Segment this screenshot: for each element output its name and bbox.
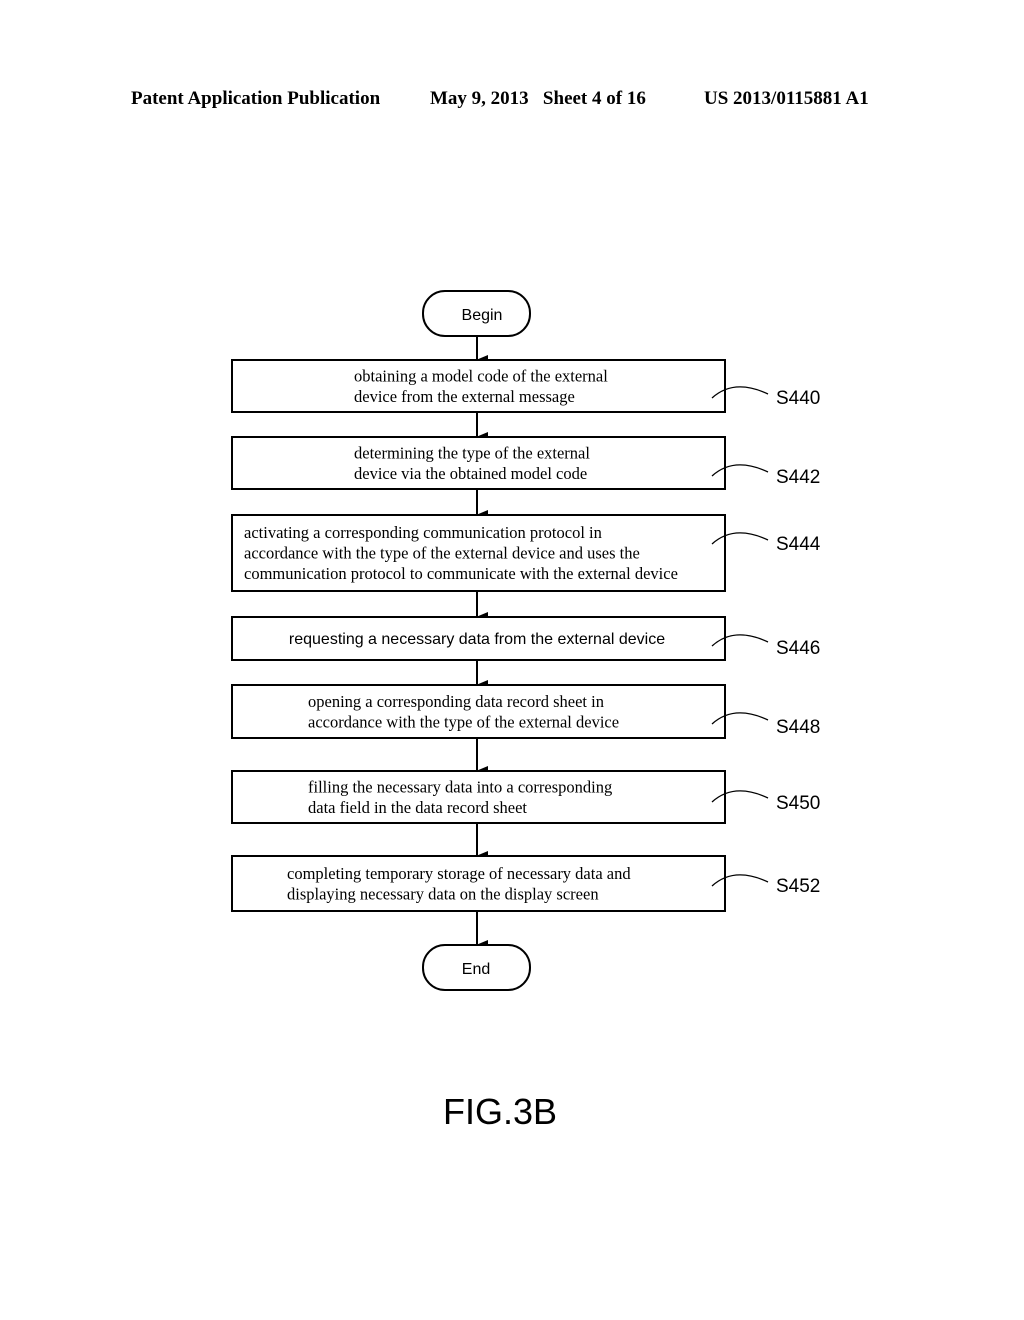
step-ref-s450: S450 (776, 793, 820, 814)
end-label: End (462, 961, 490, 978)
begin-label: Begin (462, 307, 503, 324)
step-text-line: device via the obtained model code (354, 464, 587, 483)
step-text-line: filling the necessary data into a corres… (308, 777, 612, 796)
step-text-line: device from the external message (354, 387, 575, 406)
step-text-line: obtaining a model code of the external (354, 366, 608, 385)
step-text-line: accordance with the type of the external… (308, 712, 619, 731)
figure-label: FIG.3B (443, 1091, 557, 1132)
step-text-line: opening a corresponding data record shee… (308, 692, 604, 711)
step-ref-s452: S452 (776, 876, 820, 897)
step-text-line: communication protocol to communicate wi… (244, 564, 678, 583)
step-text-line: activating a corresponding communication… (244, 523, 602, 542)
step-ref-s448: S448 (776, 717, 820, 738)
step-ref-s442: S442 (776, 467, 820, 488)
step-text-line: completing temporary storage of necessar… (287, 864, 631, 883)
step-ref-s446: S446 (776, 638, 820, 659)
step-text-line: accordance with the type of the external… (244, 544, 640, 563)
flowchart: Begin obtaining a model code of the exter… (231, 290, 821, 1132)
step-ref-s444: S444 (776, 534, 821, 555)
step-text-line: data field in the data record sheet (308, 798, 527, 817)
step-text-line: determining the type of the external (354, 443, 590, 462)
step-text-line: displaying necessary data on the display… (287, 884, 599, 903)
step-text-line: requesting a necessary data from the ext… (289, 631, 665, 648)
step-ref-s440: S440 (776, 388, 820, 409)
